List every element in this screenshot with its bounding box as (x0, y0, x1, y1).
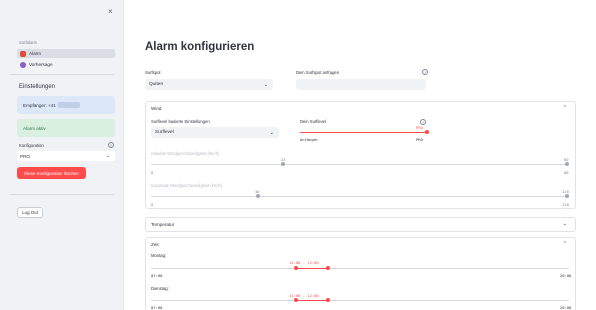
nav-item-label: Alarm (29, 51, 41, 56)
monday-end-handle[interactable] (326, 266, 330, 270)
chevron-up-icon[interactable]: ⌃ (563, 241, 567, 247)
monday-max: 20:00 (560, 273, 572, 278)
recipient-label: Empfänger: +41 (23, 102, 56, 108)
preset-select-value: Surflevel (155, 130, 174, 135)
surflevel-value: PRO (416, 125, 423, 130)
surfspot-select-value: Quiten (149, 82, 164, 87)
surfspot-select[interactable]: Quiten ⌄ (145, 79, 273, 90)
chevron-up-icon[interactable]: ⌃ (563, 105, 567, 111)
nav-item-alarm[interactable]: Alarm (17, 49, 115, 58)
monday-range-fill (296, 268, 328, 270)
day-label-tuesday: Dienstag: (151, 286, 169, 291)
config-select[interactable]: PRO ⌄ (17, 151, 115, 161)
maxspeed-max: 120 (562, 202, 569, 207)
maxspeed-handle-max (565, 194, 569, 198)
main-content: Alarm konfigurieren Surfspot Quiten ⌄ De… (124, 0, 596, 310)
help-icon[interactable]: ? (108, 142, 114, 148)
minspeed-track (151, 164, 569, 166)
tuesday-max: 20:00 (560, 305, 572, 310)
config-label: Konfiguration (19, 143, 44, 148)
surflevel-track[interactable] (300, 132, 428, 134)
surflevel-label: Dein Surflevel (300, 119, 327, 124)
alarm-clock-icon (20, 50, 26, 57)
tuesday-track[interactable] (151, 300, 569, 302)
nav-item-vorhersage[interactable]: Vorhersage (17, 60, 115, 69)
monday-range-value: 11:00 - 12:00 (289, 260, 319, 265)
logout-button[interactable]: Log Out (17, 207, 43, 218)
chevron-down-icon: ⌄ (263, 81, 268, 88)
monday-track[interactable] (151, 268, 569, 270)
temperature-panel-header[interactable]: Temperatur (151, 222, 174, 227)
surflevel-handle[interactable] (425, 130, 429, 134)
tuesday-range-fill (296, 300, 328, 302)
nav-section-label: Surfalarm (19, 40, 38, 45)
wind-panel-header[interactable]: Wind (151, 106, 161, 111)
maxspeed-label: maximale Windgeschwindigkeit (km/h) (151, 183, 223, 188)
sidebar: × Surfalarm Alarm Vorhersage Einstellung… (0, 0, 124, 310)
minspeed-handle (281, 162, 285, 166)
tuesday-min: 07:00 (151, 305, 163, 310)
sidebar-divider (10, 194, 114, 195)
tuesday-start-handle[interactable] (294, 298, 298, 302)
minspeed-min: 0 (151, 170, 154, 175)
time-panel: Zeit ⌃ Montag: 11:00 - 12:00 07:00 20:00… (145, 237, 576, 310)
preset-select[interactable]: Surflevel ⌄ (151, 127, 279, 138)
own-spot-input[interactable] (296, 79, 426, 90)
minspeed-label: erlaubte Windgeschwindigkeit (km/h) (151, 151, 220, 156)
tuesday-range-value: 11:00 - 12:00 (289, 293, 319, 298)
close-sidebar-icon[interactable]: × (108, 7, 113, 16)
own-spot-label: Dein Surfspot anfragen (296, 70, 340, 75)
redacted-phone (57, 102, 80, 108)
minspeed-max: 60 (564, 170, 569, 175)
chevron-down-icon[interactable]: ⌄ (563, 221, 567, 227)
surflevel-max: PRO (416, 137, 423, 142)
config-select-value: PRO (20, 153, 30, 159)
help-icon[interactable]: ? (422, 69, 428, 75)
time-panel-header[interactable]: Zeit (151, 242, 159, 247)
day-label-monday: Montag: (151, 253, 167, 258)
sidebar-divider (10, 74, 114, 75)
tuesday-end-handle[interactable] (326, 298, 330, 302)
maxspeed-handle (256, 194, 260, 198)
maxspeed-track (151, 196, 569, 198)
minspeed-handle-max (565, 162, 569, 166)
crystal-ball-icon (20, 61, 26, 68)
wind-panel: Wind ⌃ Surflevel basierte Einstellungen … (145, 101, 576, 209)
preset-label: Surflevel basierte Einstellungen (151, 119, 210, 124)
chevron-down-icon: ⌄ (269, 129, 274, 136)
temperature-panel[interactable]: Temperatur ⌄ (145, 217, 576, 232)
surflevel-min: Anfänger (300, 137, 319, 142)
alarm-status-text: Alarm aktiv (23, 125, 46, 131)
maxspeed-min: 0 (151, 202, 154, 207)
nav-item-label: Vorhersage (29, 62, 53, 67)
chevron-down-icon: ⌄ (105, 153, 110, 159)
alarm-status-box: Alarm aktiv (17, 119, 115, 137)
monday-start-handle[interactable] (294, 266, 298, 270)
settings-heading: Einstellungen (19, 84, 56, 90)
surfspot-label: Surfspot (145, 70, 161, 75)
monday-min: 07:00 (151, 273, 163, 278)
recipient-info-box: Empfänger: +41 (17, 96, 115, 114)
delete-config-button[interactable]: Diese Konfiguration löschen (17, 167, 86, 179)
page-title: Alarm konfigurieren (145, 41, 255, 53)
